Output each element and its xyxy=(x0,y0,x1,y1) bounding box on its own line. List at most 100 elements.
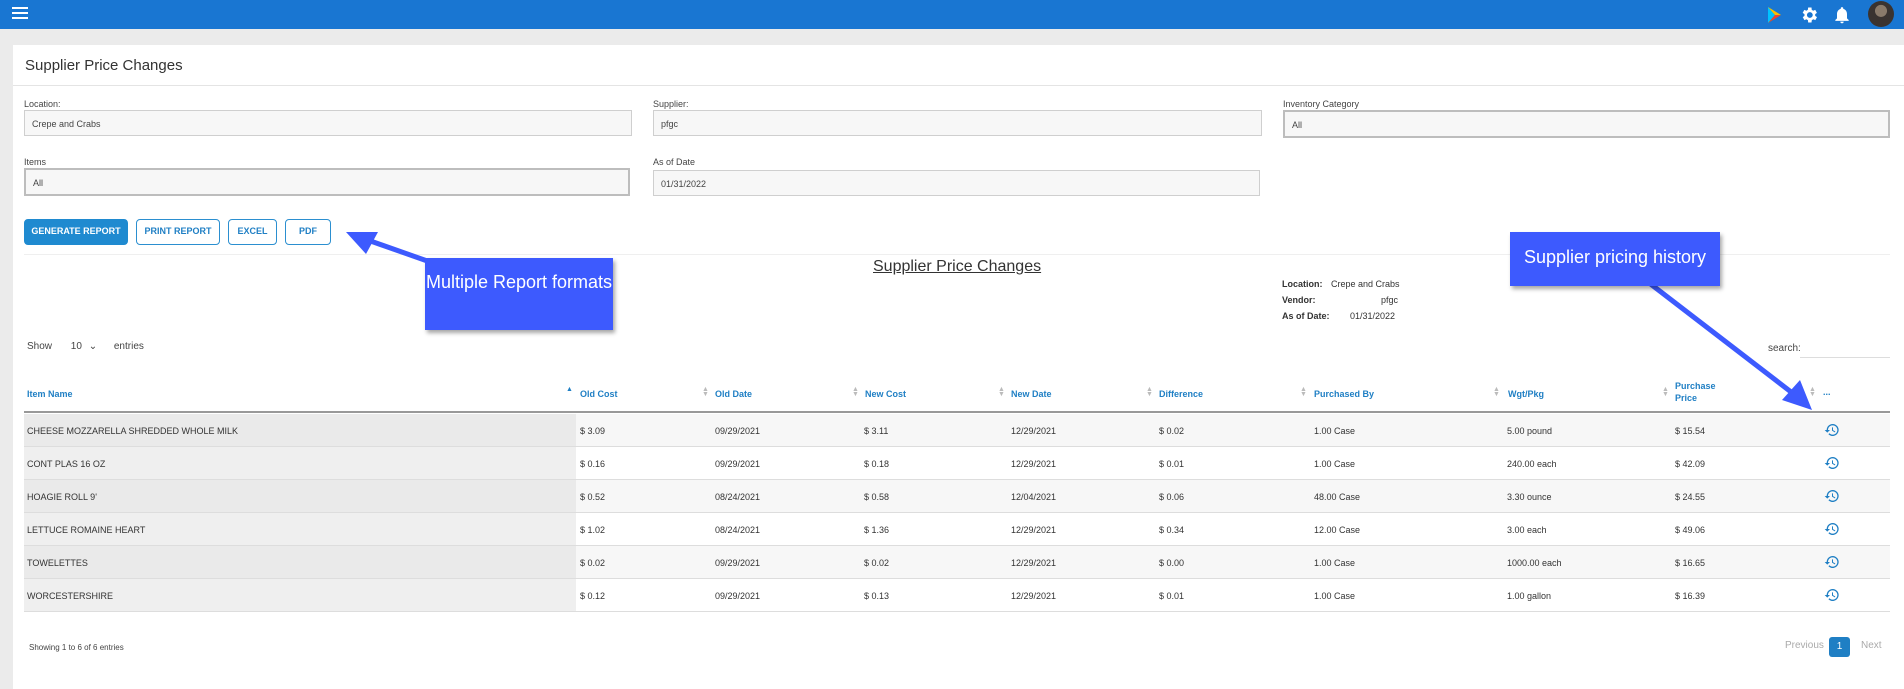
col-purchased-by[interactable]: Purchased By xyxy=(1314,389,1374,399)
report-title: Supplier Price Changes xyxy=(873,258,1042,275)
location-select[interactable]: Crepe and Crabs xyxy=(24,110,632,136)
col-wgt-pkg[interactable]: Wgt/Pkg xyxy=(1508,389,1544,399)
cell-difference: $ 0.34 xyxy=(1159,525,1185,535)
report-vendor-value: pfgc xyxy=(1381,295,1399,305)
search-input[interactable] xyxy=(1800,357,1890,358)
col-purchase-price-line2: Price xyxy=(1675,393,1698,403)
table-row: HOAGIE ROLL 9' $ 0.52 08/24/2021 $ 0.58 12/0… xyxy=(24,480,1890,513)
col-purchase-price-line1: Purchase xyxy=(1675,381,1716,391)
cell-old-cost: $ 0.16 xyxy=(580,459,606,469)
supplier-select[interactable]: pfgc xyxy=(653,110,1262,136)
cell-purchase-price: $ 42.09 xyxy=(1675,459,1706,469)
col-old-date[interactable]: Old Date xyxy=(715,389,752,399)
pdf-button[interactable]: PDF xyxy=(285,219,331,245)
as-of-date-input[interactable]: 01/31/2022 xyxy=(653,170,1260,196)
report-location-value: Crepe and Crabs xyxy=(1331,279,1400,289)
generate-report-button[interactable]: GENERATE REPORT xyxy=(24,219,128,245)
entries-label: entries xyxy=(113,341,144,352)
cell-purchased-by: 1.00 Case xyxy=(1314,426,1356,436)
col-purchase-price[interactable]: Purchase Price xyxy=(1675,381,1716,403)
cell-new-cost: $ 3.11 xyxy=(864,426,889,436)
item-name-cell-bg xyxy=(24,480,576,512)
cell-purchase-price: $ 16.39 xyxy=(1675,591,1706,601)
cell-new-cost: $ 0.18 xyxy=(864,459,890,469)
col-new-date[interactable]: New Date xyxy=(1011,389,1052,399)
report-vendor-label: Vendor: xyxy=(1282,295,1316,305)
settings-gear-icon[interactable] xyxy=(1799,5,1819,25)
print-report-button[interactable]: PRINT REPORT xyxy=(136,219,220,245)
cell-old-cost: $ 1.02 xyxy=(580,525,606,535)
report-location-label: Location: xyxy=(1282,279,1323,289)
cell-wgt-pkg: 240.00 each xyxy=(1507,459,1557,469)
items-select[interactable]: All xyxy=(24,168,630,196)
cell-new-cost: $ 1.36 xyxy=(864,525,890,535)
next-page-button[interactable]: Next xyxy=(1861,640,1882,651)
search-label: search: xyxy=(1768,343,1801,354)
previous-page-button[interactable]: Previous xyxy=(1785,640,1824,651)
notifications-bell-icon[interactable] xyxy=(1832,5,1852,25)
history-icon[interactable] xyxy=(1824,521,1840,537)
cell-new-date: 12/29/2021 xyxy=(1011,591,1057,601)
cell-difference: $ 0.01 xyxy=(1159,459,1185,469)
table-row: CHEESE MOZZARELLA SHREDDED WHOLE MILK $ 3… xyxy=(24,414,1890,447)
col-actions: ... xyxy=(1823,387,1831,397)
sort-asc-icon[interactable]: ▲ xyxy=(566,386,573,393)
cell-new-date: 12/04/2021 xyxy=(1011,492,1057,502)
history-icon[interactable] xyxy=(1824,587,1840,603)
sort-icon[interactable]: ▲ ▼ xyxy=(702,386,709,398)
history-icon[interactable] xyxy=(1824,455,1840,471)
col-old-cost[interactable]: Old Cost xyxy=(580,389,618,399)
cell-purchased-by: 1.00 Case xyxy=(1314,558,1356,568)
sort-icon[interactable]: ▲ ▼ xyxy=(1662,386,1669,398)
entries-select[interactable]: 10 xyxy=(71,341,82,352)
hamburger-menu-icon[interactable] xyxy=(12,7,28,21)
cell-new-date: 12/29/2021 xyxy=(1011,558,1057,568)
excel-button[interactable]: EXCEL xyxy=(228,219,277,245)
cell-wgt-pkg: 3.30 ounce xyxy=(1507,492,1552,502)
cell-old-date: 09/29/2021 xyxy=(715,591,761,601)
cell-purchase-price: $ 16.65 xyxy=(1675,558,1706,568)
user-avatar[interactable] xyxy=(1868,1,1894,27)
history-icon[interactable] xyxy=(1824,422,1840,438)
entries-control: Show 10 ⌄ entries xyxy=(27,341,144,352)
cell-wgt-pkg: 1000.00 each xyxy=(1507,558,1562,568)
sort-icon[interactable]: ▲ ▼ xyxy=(852,386,859,398)
cell-old-date: 08/24/2021 xyxy=(715,525,761,535)
pricing-history-callout: Supplier pricing history xyxy=(1510,232,1720,286)
cell-new-cost: $ 0.13 xyxy=(864,591,890,601)
sort-icon[interactable]: ▲ ▼ xyxy=(1493,386,1500,398)
history-icon[interactable] xyxy=(1824,488,1840,504)
play-store-icon[interactable] xyxy=(1764,5,1784,25)
cell-new-date: 12/29/2021 xyxy=(1011,459,1057,469)
table-header xyxy=(24,376,1890,413)
cell-item-name: HOAGIE ROLL 9' xyxy=(27,492,97,502)
history-icon[interactable] xyxy=(1824,554,1840,570)
title-divider xyxy=(13,85,1904,86)
cell-old-cost: $ 3.09 xyxy=(580,426,606,436)
page-1-button[interactable]: 1 xyxy=(1829,637,1850,657)
inventory-category-select[interactable]: All xyxy=(1283,110,1890,138)
cell-old-date: 08/24/2021 xyxy=(715,492,761,502)
sort-icon[interactable]: ▲ ▼ xyxy=(1809,386,1816,398)
items-label: Items xyxy=(24,157,47,167)
item-name-cell-bg xyxy=(24,546,576,578)
cell-new-date: 12/29/2021 xyxy=(1011,426,1057,436)
cell-item-name: WORCESTERSHIRE xyxy=(27,591,114,601)
report-formats-callout: Multiple Report formats xyxy=(425,258,613,330)
cell-wgt-pkg: 5.00 pound xyxy=(1507,426,1553,436)
col-difference[interactable]: Difference xyxy=(1159,389,1203,399)
cell-old-cost: $ 0.52 xyxy=(580,492,606,502)
page-title: Supplier Price Changes xyxy=(25,57,183,74)
sort-icon[interactable]: ▲ ▼ xyxy=(1146,386,1153,398)
cell-item-name: CHEESE MOZZARELLA SHREDDED WHOLE MILK xyxy=(27,426,239,436)
cell-difference: $ 0.00 xyxy=(1159,558,1185,568)
col-item-name[interactable]: Item Name xyxy=(27,389,73,399)
col-new-cost[interactable]: New Cost xyxy=(865,389,906,399)
report-date-label: As of Date: xyxy=(1282,311,1330,321)
sort-icon[interactable]: ▲ ▼ xyxy=(998,386,1005,398)
chevron-down-icon[interactable]: ⌄ xyxy=(89,341,97,352)
top-app-bar xyxy=(0,0,1904,29)
sort-icon[interactable]: ▲ ▼ xyxy=(1300,386,1307,398)
cell-difference: $ 0.02 xyxy=(1159,426,1185,436)
cell-wgt-pkg: 3.00 each xyxy=(1507,525,1547,535)
